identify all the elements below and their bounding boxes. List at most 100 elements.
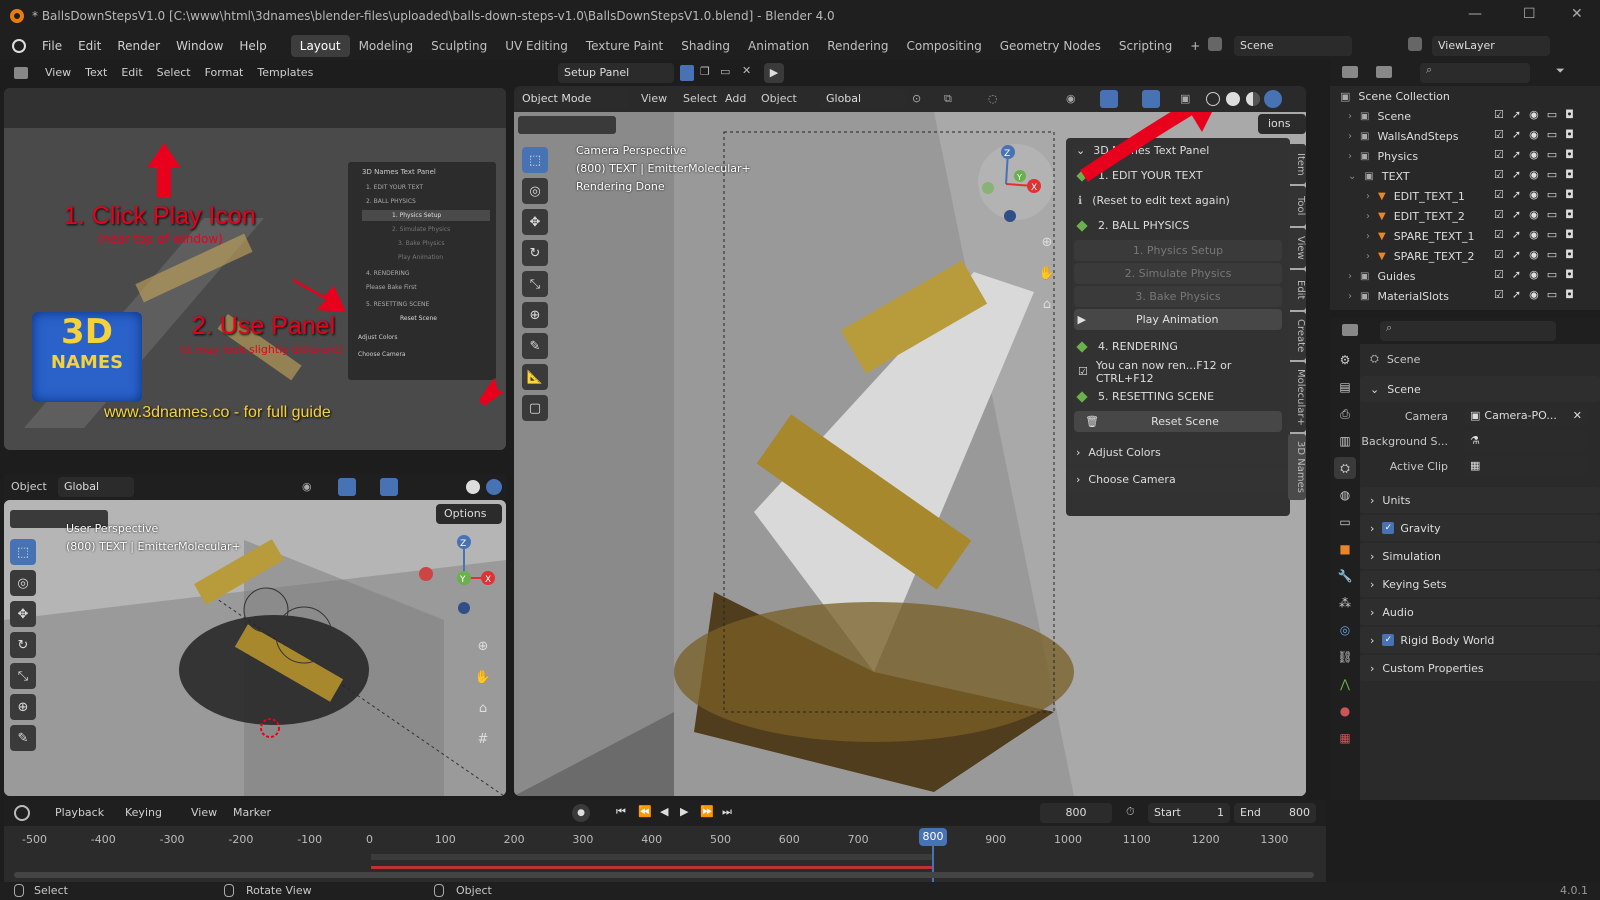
main-viewport-nav-gizmo[interactable]: Z Y X xyxy=(976,142,1056,222)
transform-tool-icon[interactable]: ⊕ xyxy=(10,694,36,720)
scale-tool-icon[interactable]: ⤡ xyxy=(522,271,548,297)
select-arrow-icon[interactable]: ➚ xyxy=(1512,228,1521,241)
particles-tab-icon[interactable]: ⁂ xyxy=(1334,592,1356,614)
data-tab-icon[interactable]: ⋀ xyxy=(1334,673,1356,695)
annotate-tool-icon[interactable]: ✎ xyxy=(10,725,36,751)
timeline-editor-icon[interactable] xyxy=(14,805,30,821)
playhead-frame[interactable]: 800 xyxy=(919,828,947,846)
play-icon[interactable]: ▶ xyxy=(680,805,688,818)
outliner-row[interactable]: › ▣ MaterialSlots ☑ ➚ ◉ ▭ ◘ xyxy=(1330,286,1600,306)
select-tool-icon[interactable]: ⬚ xyxy=(522,147,548,173)
play-animation-button[interactable]: ▶ Play Animation xyxy=(1074,309,1282,330)
new-text-icon[interactable]: ❐ xyxy=(700,65,710,78)
outliner-row[interactable]: › ▼ EDIT_TEXT_2 ☑ ➚ ◉ ▭ ◘ xyxy=(1330,206,1600,226)
add-cube-tool-icon[interactable]: ▢ xyxy=(522,395,548,421)
camera-icon[interactable]: ◘ xyxy=(1565,188,1574,201)
eye-icon[interactable]: ◉ xyxy=(1529,228,1539,241)
outliner-search-input[interactable]: ⌕ xyxy=(1420,63,1530,83)
stopwatch-icon[interactable]: ⏱ xyxy=(1126,805,1135,819)
expand-arrow-icon[interactable]: › xyxy=(1348,151,1352,162)
outliner-row[interactable]: › ▣ WallsAndSteps ☑ ➚ ◉ ▭ ◘ xyxy=(1330,126,1600,146)
viewport-menu-select[interactable]: Select xyxy=(676,86,724,112)
text-menu-select[interactable]: Select xyxy=(150,60,198,86)
workspace-tab-geometry-nodes[interactable]: Geometry Nodes xyxy=(991,35,1110,57)
small-viewport-options[interactable]: Options xyxy=(436,504,502,524)
text-menu-templates[interactable]: Templates xyxy=(250,60,320,86)
tab-tool[interactable]: Tool xyxy=(1288,186,1306,226)
checkbox-icon[interactable]: ☑ xyxy=(1494,208,1504,221)
material-tab-icon[interactable]: ● xyxy=(1334,700,1356,722)
measure-tool-icon[interactable]: 📐 xyxy=(522,364,548,390)
simulation-panel[interactable]: › Simulation xyxy=(1360,543,1600,569)
outliner-row[interactable]: › ▼ SPARE_TEXT_1 ☑ ➚ ◉ ▭ ◘ xyxy=(1330,226,1600,246)
rotate-tool-icon[interactable]: ↻ xyxy=(522,240,548,266)
workspace-tab-scripting[interactable]: Scripting xyxy=(1110,35,1181,57)
eye-icon[interactable]: ◉ xyxy=(1529,108,1539,121)
blender-menu-icon[interactable] xyxy=(12,39,26,53)
main-viewport[interactable]: ⬚ ◎ ✥ ↻ ⤡ ⊕ ✎ 📐 ▢ Camera Perspective (80… xyxy=(514,112,1306,796)
select-arrow-icon[interactable]: ➚ xyxy=(1512,248,1521,261)
transform-orientation-selector[interactable]: Global xyxy=(820,89,906,109)
select-arrow-icon[interactable]: ➚ xyxy=(1512,168,1521,181)
zoom-icon[interactable]: ⊕ xyxy=(470,633,496,659)
scale-tool-icon[interactable]: ⤡ xyxy=(10,663,36,689)
workspace-tab-shading[interactable]: Shading xyxy=(672,35,739,57)
monitor-icon[interactable]: ▭ xyxy=(1547,128,1557,141)
minimize-button[interactable]: — xyxy=(1468,6,1482,22)
text-menu-edit[interactable]: Edit xyxy=(114,60,149,86)
editor-type-icon[interactable] xyxy=(14,67,28,79)
outliner-editor-type-icon[interactable] xyxy=(1342,66,1358,78)
checkbox-icon[interactable]: ☑ xyxy=(1494,168,1504,181)
outliner-row[interactable]: › ▼ EDIT_TEXT_1 ☑ ➚ ◉ ▭ ◘ xyxy=(1330,186,1600,206)
expand-arrow-icon[interactable]: › xyxy=(1366,191,1370,202)
gizmo-toggle-icon[interactable] xyxy=(1100,90,1118,108)
render-tab-icon[interactable]: ▤ xyxy=(1334,376,1356,398)
workspace-tab-uv-editing[interactable]: UV Editing xyxy=(496,35,577,57)
units-panel[interactable]: › Units xyxy=(1360,487,1600,513)
tab-3dnames[interactable]: 3D Names xyxy=(1288,434,1306,500)
close-button[interactable]: ✕ xyxy=(1571,6,1583,22)
camera-icon[interactable]: ◘ xyxy=(1565,268,1574,281)
shading-solid-icon[interactable] xyxy=(1226,92,1240,106)
viewport-menu-object[interactable]: Object xyxy=(754,86,804,112)
timeline-scrollbar[interactable] xyxy=(14,872,1314,878)
start-frame-field[interactable]: Start 1 xyxy=(1148,803,1230,823)
view-layer-tab-icon[interactable]: ▥ xyxy=(1334,430,1356,452)
small-viewport-mode[interactable]: Object xyxy=(4,474,54,500)
expand-arrow-icon[interactable]: › xyxy=(1366,211,1370,222)
workspace-tab-layout[interactable]: Layout xyxy=(290,35,350,57)
monitor-icon[interactable]: ▭ xyxy=(1547,288,1557,301)
gizmo-toggle-icon[interactable] xyxy=(338,478,356,496)
viewport-menu-add[interactable]: Add xyxy=(718,86,753,112)
checkbox-icon[interactable]: ☑ xyxy=(1494,108,1504,121)
play-reverse-icon[interactable]: ◀ xyxy=(660,805,668,818)
fake-user-icon[interactable] xyxy=(680,65,694,81)
expand-arrow-icon[interactable]: › xyxy=(1348,131,1352,142)
add-workspace-button[interactable]: + xyxy=(1181,35,1209,57)
unlink-text-icon[interactable]: ✕ xyxy=(742,64,751,77)
transform-tool-icon[interactable]: ⊕ xyxy=(522,302,548,328)
reset-scene-button[interactable]: 🗑 Reset Scene xyxy=(1074,411,1282,432)
monitor-icon[interactable]: ▭ xyxy=(1547,108,1557,121)
overlay-toggle-icon[interactable] xyxy=(1142,90,1160,108)
filter-icon[interactable]: ⏷ xyxy=(1556,64,1565,78)
workspace-tab-rendering[interactable]: Rendering xyxy=(818,35,897,57)
camera-field[interactable]: ▣ Camera-PO... ✕ xyxy=(1464,406,1588,426)
snapping-icon[interactable]: ⧉ xyxy=(944,92,952,106)
shading-material-icon[interactable] xyxy=(1246,92,1260,106)
camera-view-icon[interactable]: ⌂ xyxy=(470,695,496,721)
tab-view[interactable]: View xyxy=(1288,228,1306,268)
gravity-checkbox[interactable]: ✓ xyxy=(1382,522,1395,534)
camera-view-icon[interactable]: ⌂ xyxy=(1034,291,1060,317)
checkbox-icon[interactable]: ☑ xyxy=(1494,288,1504,301)
checkbox-icon[interactable]: ☑ xyxy=(1494,128,1504,141)
output-tab-icon[interactable]: ⎙ xyxy=(1334,403,1356,425)
timeline-menu-marker[interactable]: Marker xyxy=(226,800,278,826)
eye-icon[interactable]: ◉ xyxy=(1529,148,1539,161)
checkbox-icon[interactable]: ☑ xyxy=(1494,148,1504,161)
workspace-tab-sculpting[interactable]: Sculpting xyxy=(422,35,496,57)
visibility-icon[interactable]: ◉ xyxy=(1066,92,1076,105)
properties-search-input[interactable]: ⌕ xyxy=(1380,321,1556,341)
pan-hand-icon[interactable]: ✋ xyxy=(470,664,496,690)
monitor-icon[interactable]: ▭ xyxy=(1547,188,1557,201)
